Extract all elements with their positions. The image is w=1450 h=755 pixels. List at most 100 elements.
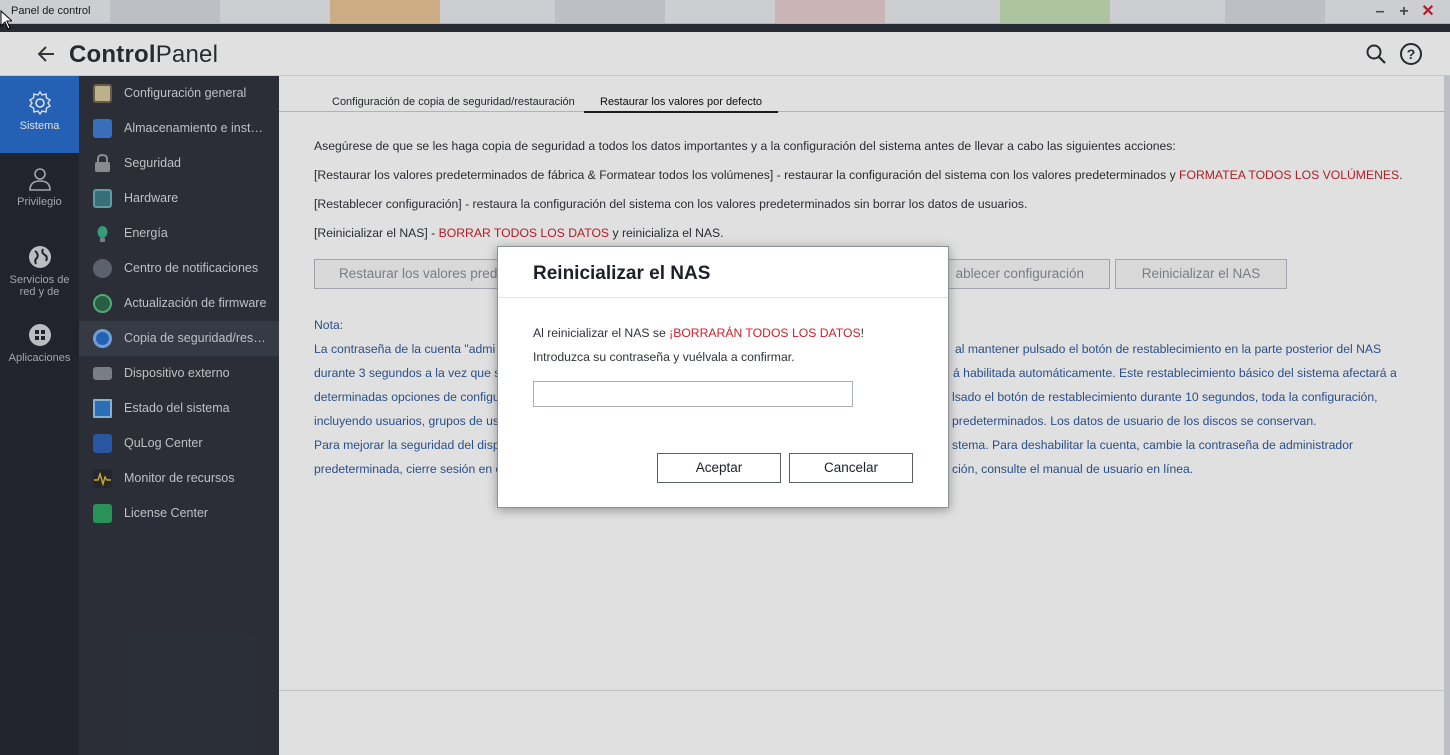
- menu-item-monitor-recursos[interactable]: Monitor de recursos: [79, 461, 279, 496]
- note-line: incluyendo usuarios, grupos de us: [314, 414, 499, 428]
- app-header: ControlPanel ?: [0, 32, 1450, 76]
- hardware-icon: [93, 189, 112, 208]
- menu-item-seguridad[interactable]: Seguridad: [79, 146, 279, 181]
- menu-item-label: Monitor de recursos: [124, 471, 235, 485]
- password-field[interactable]: [533, 381, 853, 407]
- note-line: determinadas opciones de configu: [314, 390, 500, 404]
- taskbar-thumb: [775, 0, 885, 24]
- back-arrow-icon[interactable]: [34, 41, 60, 67]
- user-icon: [28, 168, 51, 191]
- rail-item-aplicaciones[interactable]: Aplicaciones: [0, 322, 79, 382]
- rail-item-servicios[interactable]: Servicios de red y de: [0, 244, 79, 304]
- note-line: al mantener pulsado el botón de restable…: [955, 342, 1382, 356]
- window-title: Panel de control: [11, 5, 91, 17]
- footer-divider: [279, 690, 1450, 691]
- license-icon: [93, 504, 112, 523]
- dialog-erase-warning: ¡BORRARÁN TODOS LOS DATOS: [669, 326, 861, 340]
- menu-item-dispositivo-externo[interactable]: Dispositivo externo: [79, 356, 279, 391]
- menu-item-copia-seguridad[interactable]: Copia de seguridad/rest…: [79, 321, 279, 356]
- note-line: predeterminados. Los datos de usuario de…: [952, 414, 1317, 428]
- menu-item-label: QuLog Center: [124, 436, 203, 450]
- taskbar-thumb: [555, 0, 665, 24]
- dialog-divider: [498, 297, 948, 298]
- category-rail: Sistema Privilegio Servicios de red y de…: [0, 76, 79, 755]
- menu-item-almacenamiento[interactable]: Almacenamiento e insta…: [79, 111, 279, 146]
- note-line: stema. Para deshabilitar la cuenta, camb…: [952, 438, 1354, 452]
- note-line: Para mejorar la seguridad del disp: [314, 438, 500, 452]
- rail-item-privilegio[interactable]: Privilegio: [0, 166, 79, 226]
- minimize-button[interactable]: –: [1371, 3, 1389, 21]
- window-titlebar: Panel de control – + ✕: [0, 0, 1450, 24]
- menu-item-configuracion-general[interactable]: Configuración general: [79, 76, 279, 111]
- window-right-edge: [1444, 76, 1450, 755]
- apps-grid-icon: [28, 324, 51, 346]
- reinit-text: [Reinicializar el NAS] -: [314, 226, 439, 240]
- menu-item-energia[interactable]: Energía: [79, 216, 279, 251]
- rail-item-sistema[interactable]: Sistema: [0, 76, 79, 153]
- taskbar-thumb: [1000, 0, 1110, 24]
- resource-monitor-icon: [93, 469, 112, 488]
- note-line: ción, consulte el manual de usuario en l…: [952, 462, 1194, 476]
- note-line: á habilitada automáticamente. Este resta…: [953, 366, 1397, 380]
- maximize-button[interactable]: +: [1395, 3, 1413, 21]
- menu-item-label: Actualización de firmware: [124, 296, 267, 310]
- format-warning: FORMATEA TODOS LOS VOLÚMENES: [1179, 168, 1400, 182]
- menu-item-hardware[interactable]: Hardware: [79, 181, 279, 216]
- menu-item-label: Copia de seguridad/rest…: [124, 331, 269, 345]
- search-icon[interactable]: [1364, 42, 1388, 66]
- menu-item-label: Dispositivo externo: [124, 366, 230, 380]
- menu-item-label: Almacenamiento e insta…: [124, 121, 269, 135]
- menu-item-label: Estado del sistema: [124, 401, 230, 415]
- backup-restore-icon: [93, 329, 112, 348]
- window-border: [0, 24, 1450, 32]
- lock-icon: [95, 154, 110, 172]
- reinit-end: y reinicializa el NAS.: [609, 226, 724, 240]
- dialog-message-text: Al reinicializar el NAS se: [533, 326, 670, 340]
- accept-button[interactable]: Aceptar: [657, 453, 781, 483]
- menu-item-firmware[interactable]: Actualización de firmware: [79, 286, 279, 321]
- erase-warning: BORRAR TODOS LOS DATOS: [438, 226, 610, 240]
- firmware-update-icon: [93, 294, 112, 313]
- gear-icon: [28, 90, 51, 116]
- mouse-cursor-icon: [0, 10, 12, 30]
- intro-text: Asegúrese de que se les haga copia de se…: [314, 139, 1176, 153]
- globe-icon: [28, 246, 51, 268]
- menu-item-estado-sistema[interactable]: Estado del sistema: [79, 391, 279, 426]
- reset-config-button[interactable]: ablecer configuración: [939, 259, 1110, 289]
- dialog-title: Reinicializar el NAS: [533, 263, 711, 284]
- menu-item-label: Seguridad: [124, 156, 181, 170]
- factory-reset-end: .: [1399, 168, 1403, 182]
- qulog-icon: [93, 434, 112, 453]
- svg-text:?: ?: [1407, 46, 1416, 62]
- note-title: Nota:: [314, 318, 344, 332]
- tab-backup-config[interactable]: Configuración de copia de seguridad/rest…: [332, 96, 575, 108]
- rail-item-label: Aplicaciones: [8, 352, 71, 364]
- help-icon[interactable]: ?: [1399, 42, 1423, 66]
- app-title-bold: Control: [69, 41, 156, 68]
- cancel-button[interactable]: Cancelar: [789, 453, 913, 483]
- reinit-nas-button[interactable]: Reinicializar el NAS: [1115, 259, 1287, 289]
- system-status-icon: [93, 399, 112, 418]
- menu-item-label: License Center: [124, 506, 209, 520]
- menu-item-notificaciones[interactable]: Centro de notificaciones: [79, 251, 279, 286]
- menu-item-label: Centro de notificaciones: [124, 261, 259, 275]
- taskbar-thumb: [110, 0, 220, 24]
- note-line: La contraseña de la cuenta "admi: [314, 342, 496, 356]
- menu-item-license-center[interactable]: License Center: [79, 496, 279, 531]
- app-title-light: Panel: [155, 41, 219, 68]
- factory-reset-text: [Restaurar los valores predeterminados d…: [314, 168, 1180, 182]
- taskbar-thumb: [330, 0, 440, 24]
- note-line: lsado el botón de restablecimiento duran…: [952, 390, 1378, 404]
- close-button[interactable]: ✕: [1419, 3, 1437, 21]
- menu-item-label: Configuración general: [124, 86, 247, 100]
- menu-item-label: Energía: [124, 226, 168, 240]
- reset-config-description: [Restablecer configuración] - restaura l…: [314, 197, 1028, 211]
- menu-item-qulog[interactable]: QuLog Center: [79, 426, 279, 461]
- menu-item-label: Hardware: [124, 191, 179, 205]
- tab-restore-defaults[interactable]: Restaurar los valores por defecto: [584, 96, 779, 113]
- general-settings-icon: [93, 84, 112, 103]
- power-bulb-icon: [97, 226, 108, 242]
- note-line: durante 3 segundos a la vez que s: [314, 366, 501, 380]
- note-line: predeterminada, cierre sesión en e: [314, 462, 503, 476]
- rail-item-label: Privilegio: [17, 196, 62, 208]
